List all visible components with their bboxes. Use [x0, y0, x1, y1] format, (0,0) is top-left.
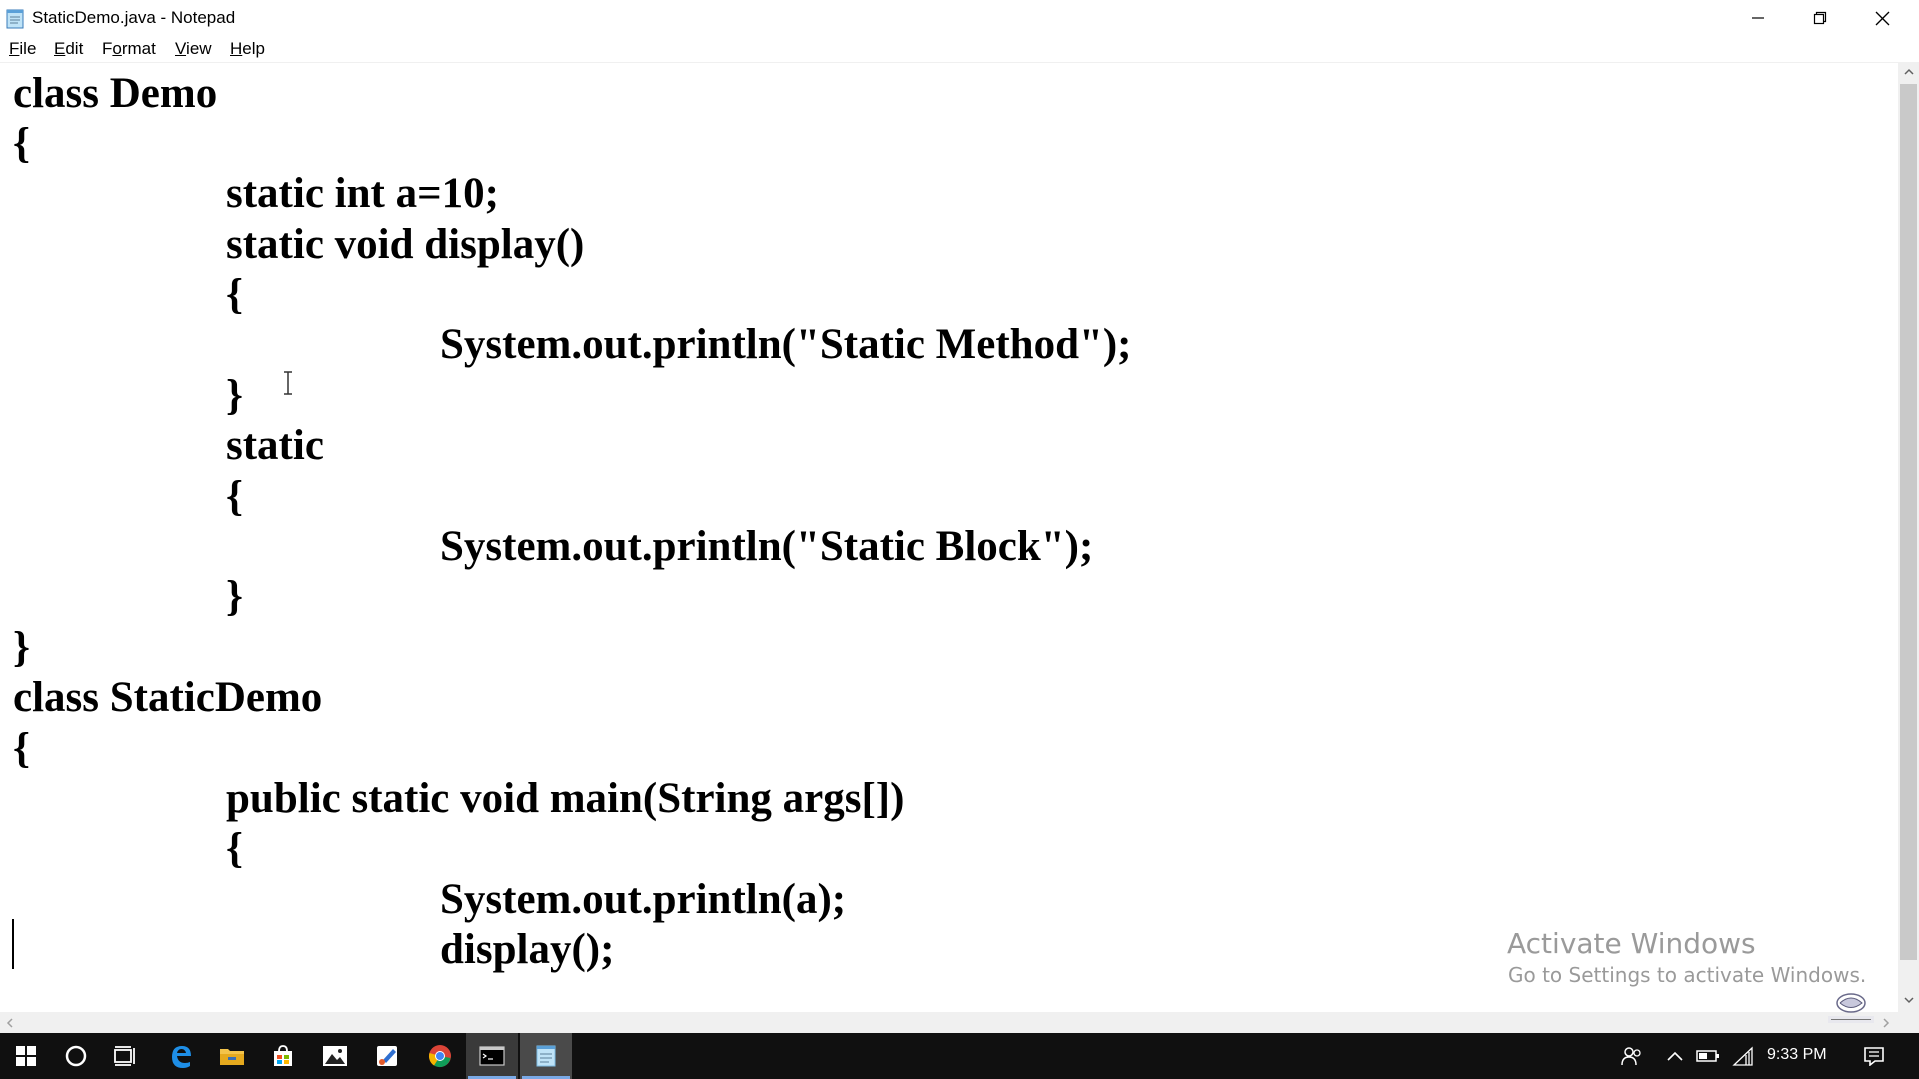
- close-icon: [1875, 11, 1889, 25]
- code-line: static void display(): [226, 221, 585, 268]
- code-line: }: [226, 573, 243, 620]
- text-caret: [12, 919, 14, 969]
- menu-format[interactable]: Format: [102, 39, 156, 59]
- text-editor-area[interactable]: class Demo { static int a=10; static voi…: [0, 62, 1898, 1012]
- paint-icon: [377, 1046, 397, 1066]
- scrollbar-corner: [1898, 1012, 1919, 1033]
- notepad-icon: [6, 8, 25, 29]
- window-title: StaticDemo.java - Notepad: [32, 8, 236, 27]
- menu-edit-access-key: E: [54, 39, 66, 58]
- code-line: {: [226, 271, 243, 318]
- code-line: System.out.println("Static Method");: [440, 321, 1132, 368]
- menu-view[interactable]: View: [175, 39, 212, 59]
- taskbar: 9:33 PM: [0, 1033, 1919, 1079]
- code-line: class Demo: [13, 70, 218, 117]
- title-bar[interactable]: StaticDemo.java - Notepad: [0, 0, 1919, 36]
- code-line: static: [226, 422, 324, 469]
- menu-help[interactable]: Help: [230, 39, 265, 59]
- command-prompt-button[interactable]: [466, 1033, 518, 1079]
- menu-format-access-key: o: [112, 39, 122, 58]
- menu-file-access-key: F: [9, 39, 20, 58]
- scroll-up-arrow-icon[interactable]: [1898, 62, 1919, 82]
- menu-help-label: elp: [242, 39, 265, 58]
- battery-icon: [1696, 1050, 1719, 1062]
- photos-icon: [323, 1046, 347, 1066]
- wifi-icon: [1732, 1046, 1753, 1066]
- menu-view-access-key: V: [175, 39, 187, 58]
- start-button[interactable]: [0, 1033, 52, 1079]
- restore-icon: [1813, 11, 1827, 25]
- edge-browser-button[interactable]: [155, 1033, 207, 1079]
- code-line: display();: [440, 926, 615, 973]
- photos-button[interactable]: [309, 1033, 361, 1079]
- windows-start-icon: [16, 1046, 36, 1066]
- task-view-icon: [114, 1046, 135, 1066]
- code-line: {: [13, 120, 30, 167]
- code-line: {: [13, 725, 30, 772]
- task-view-button[interactable]: [100, 1033, 152, 1079]
- ibeam-cursor-icon: [284, 371, 292, 395]
- code-line: }: [226, 372, 243, 419]
- code-line: System.out.println(a);: [440, 876, 847, 923]
- menu-edit[interactable]: Edit: [54, 39, 83, 59]
- minimize-button[interactable]: [1727, 0, 1789, 36]
- people-button[interactable]: [1620, 1045, 1644, 1067]
- notepad-icon: [536, 1045, 556, 1067]
- action-center-icon: [1864, 1047, 1884, 1066]
- code-line: {: [226, 473, 243, 520]
- horizontal-scrollbar[interactable]: [0, 1012, 1898, 1033]
- file-explorer-button[interactable]: [206, 1033, 258, 1079]
- scroll-left-arrow-icon[interactable]: [0, 1012, 20, 1033]
- code-line: public static void main(String args[]): [226, 775, 905, 822]
- restore-button[interactable]: [1789, 0, 1851, 36]
- taskbar-clock[interactable]: 9:33 PM: [1767, 1046, 1827, 1064]
- menu-help-access-key: H: [230, 39, 243, 58]
- command-prompt-icon: [479, 1046, 505, 1066]
- cortana-search-icon: [65, 1045, 87, 1067]
- chevron-up-icon: [1667, 1051, 1683, 1061]
- minimize-icon: [1752, 17, 1764, 19]
- paint-button[interactable]: [362, 1033, 414, 1079]
- file-explorer-icon: [220, 1049, 244, 1065]
- wifi-button[interactable]: [1731, 1045, 1755, 1067]
- store-icon: [274, 1045, 292, 1066]
- chrome-icon: [428, 1045, 451, 1068]
- code-line: {: [226, 825, 243, 872]
- menu-file-label: ile: [19, 39, 37, 58]
- close-button[interactable]: [1851, 0, 1913, 36]
- scroll-down-arrow-icon[interactable]: [1898, 990, 1919, 1010]
- channel-logo-icon: [1828, 993, 1874, 1023]
- activate-windows-subtitle: Go to Settings to activate Windows.: [1508, 963, 1867, 987]
- menu-file[interactable]: File: [9, 39, 36, 59]
- activate-windows-title: Activate Windows: [1507, 927, 1756, 960]
- battery-button[interactable]: [1696, 1045, 1720, 1067]
- edge-browser-icon: [172, 1046, 191, 1068]
- menu-bar: File Edit Format View Help: [0, 36, 1919, 62]
- menu-format-label: rmat: [121, 39, 156, 58]
- menu-format-label-start: F: [102, 39, 113, 58]
- vertical-scroll-thumb[interactable]: [1900, 84, 1917, 960]
- action-center-button[interactable]: [1862, 1045, 1886, 1067]
- menu-view-label: iew: [186, 39, 212, 58]
- people-icon: [1621, 1047, 1641, 1066]
- code-line: class StaticDemo: [13, 674, 323, 721]
- store-button[interactable]: [257, 1033, 309, 1079]
- code-line: static int a=10;: [226, 170, 499, 217]
- menu-edit-label: dit: [65, 39, 84, 58]
- notepad-taskbar-button[interactable]: [520, 1033, 572, 1079]
- code-line: System.out.println("Static Block");: [440, 523, 1094, 570]
- chrome-button[interactable]: [414, 1033, 466, 1079]
- vertical-scrollbar[interactable]: [1898, 62, 1919, 1012]
- code-line: }: [13, 624, 30, 671]
- show-hidden-icons-button[interactable]: [1663, 1045, 1687, 1067]
- cortana-search-button[interactable]: [50, 1033, 102, 1079]
